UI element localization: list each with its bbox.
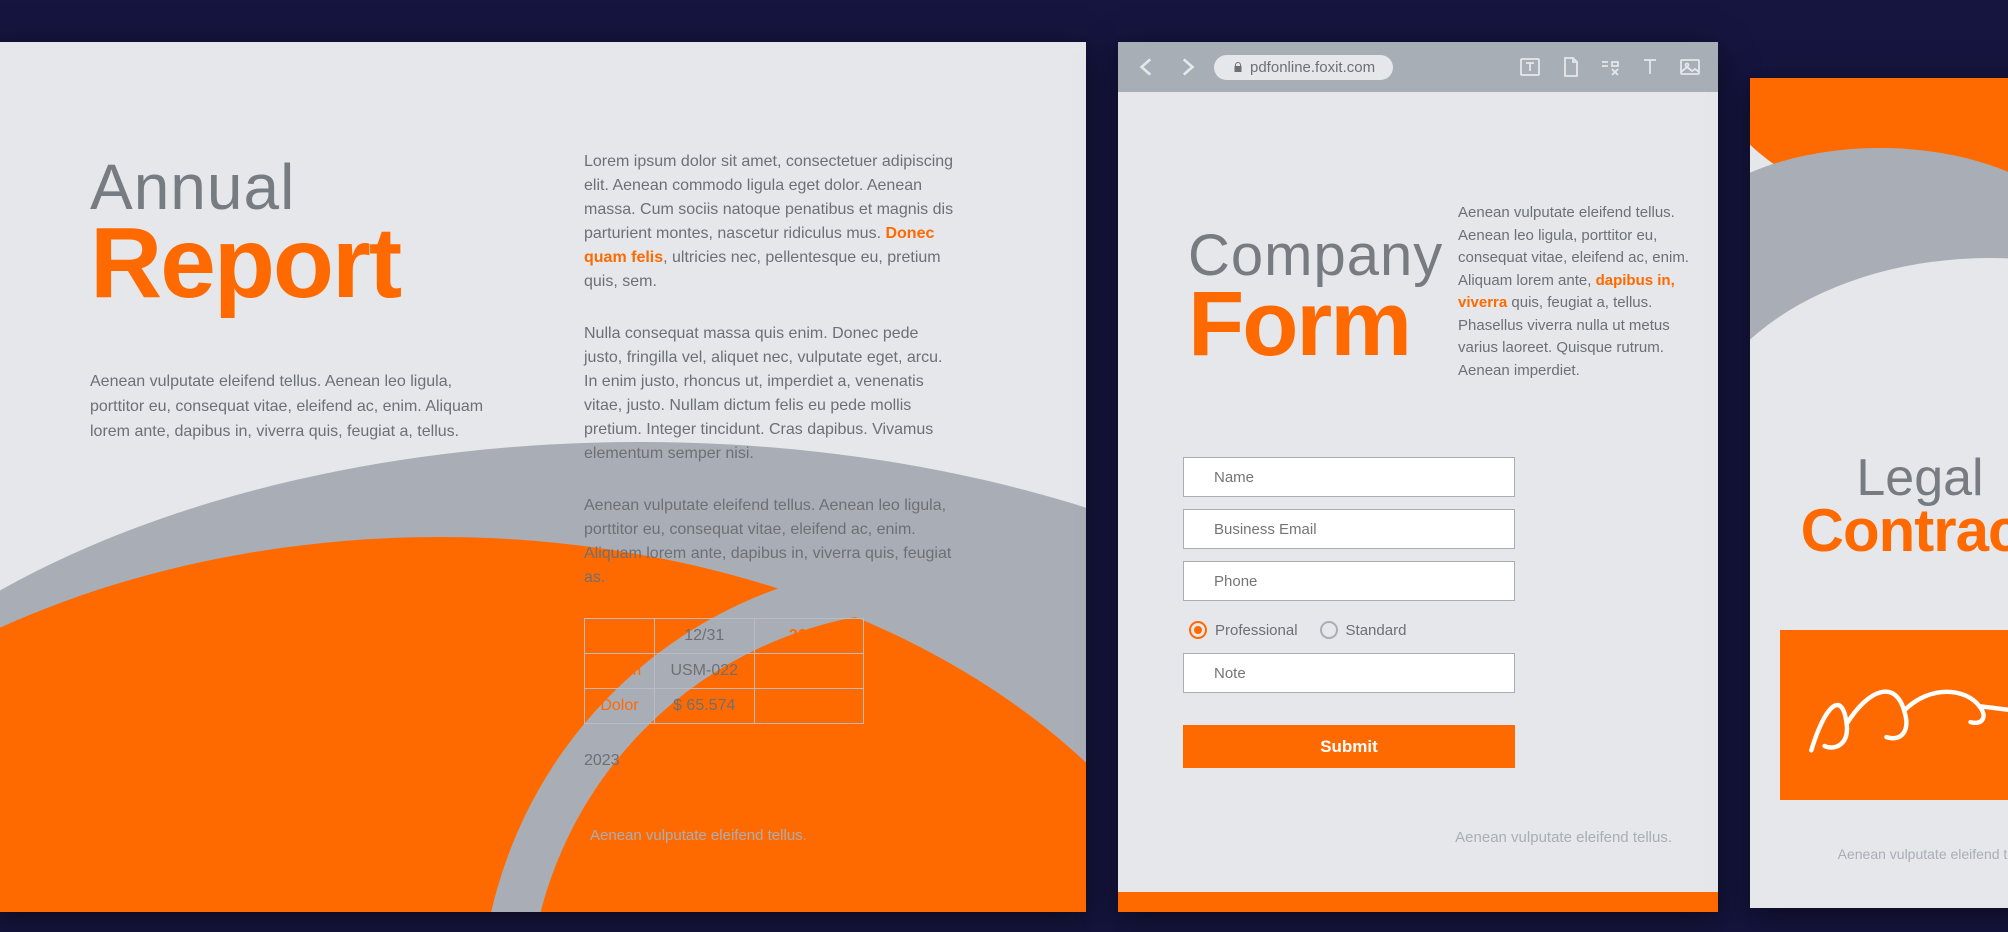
back-arrow-icon[interactable] [1134,54,1160,80]
browser-toolbar: pdfonline.foxit.com [1118,42,1718,92]
table-row: Dolor$ 65.574$ 18.269 [585,689,864,724]
company-form: Professional Standard Submit [1183,457,1515,768]
replace-text-icon[interactable] [1598,55,1622,79]
radio-unselected-icon [1320,621,1338,639]
page-edit-icon[interactable] [1558,55,1582,79]
forward-arrow-icon[interactable] [1174,54,1200,80]
plan-radio-professional[interactable]: Professional [1189,621,1298,639]
email-field[interactable] [1183,509,1515,549]
url-bar[interactable]: pdfonline.foxit.com [1214,55,1393,80]
decorative-bottom-bar [1118,892,1718,912]
note-field[interactable] [1183,653,1515,693]
form-footer-text: Aenean vulputate eleifend tellus. [1455,829,1672,846]
text-tool-icon[interactable] [1638,55,1662,79]
report-paragraph-3: Aenean vulputate eleifend tellus. Aenean… [584,494,954,590]
plan-radio-standard[interactable]: Standard [1320,621,1407,639]
text-edit-icon[interactable] [1518,55,1542,79]
report-data-table: Lorem12/3126/03 IpsumUSM-022HFG-403 Dolo… [584,618,864,724]
legal-contract-document: Legal Contract Aenean vulputate eleifend… [1750,78,2008,908]
report-paragraph-2: Nulla consequat massa quis enim. Donec p… [584,322,954,466]
report-intro-text: Aenean vulputate eleifend tellus. Aenean… [90,370,510,444]
contract-footer-text: Aenean vulputate eleifend tellus. [1838,846,2008,862]
radio-label: Professional [1215,622,1298,639]
url-text: pdfonline.foxit.com [1250,59,1375,76]
report-title-bottom: Report [90,218,510,308]
phone-field[interactable] [1183,561,1515,601]
form-aside-text: Aenean vulputate eleifend tellus. Aenean… [1458,202,1693,382]
report-footer-text: Aenean vulputate eleifend tellus. [590,827,807,844]
submit-button[interactable]: Submit [1183,725,1515,768]
table-row: Lorem12/3126/03 [585,619,864,654]
lock-icon [1232,61,1244,73]
signature-box[interactable] [1780,630,2008,800]
radio-label: Standard [1346,622,1407,639]
report-paragraph-1: Lorem ipsum dolor sit amet, consectetuer… [584,150,954,294]
company-form-document: pdfonline.foxit.com Company Form Aenean … [1118,42,1718,912]
report-year: 2023 [584,752,954,770]
annual-report-document: Annual Report Aenean vulputate eleifend … [0,42,1086,912]
radio-selected-icon [1189,621,1207,639]
name-field[interactable] [1183,457,1515,497]
image-tool-icon[interactable] [1678,55,1702,79]
table-row: IpsumUSM-022HFG-403 [585,654,864,689]
signature-icon [1798,660,2008,770]
contract-title-bottom: Contract [1780,504,2008,558]
